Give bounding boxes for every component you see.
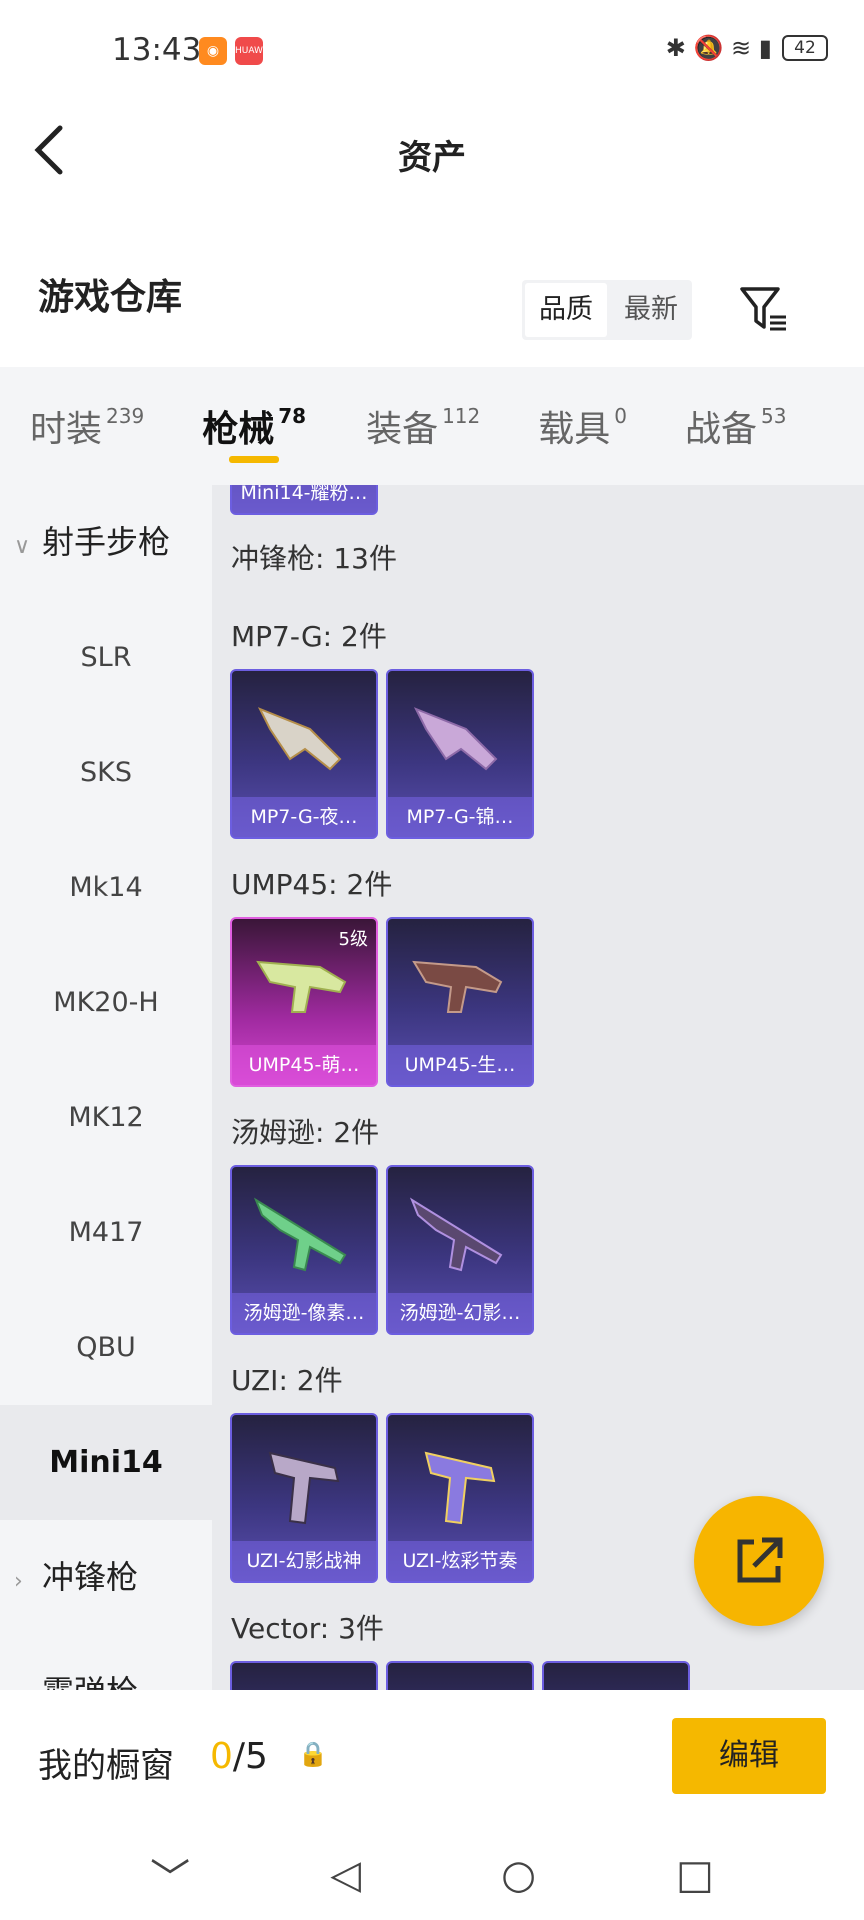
card-label: UMP45-生… (388, 1045, 532, 1085)
tab-fashion[interactable]: 时装 239 (30, 367, 144, 485)
sort-quality-button[interactable]: 品质 (525, 283, 607, 337)
card-label: 汤姆逊-像素… (232, 1293, 376, 1333)
sidebar-item-mini14[interactable]: Mini14 (0, 1405, 212, 1520)
tab-label: 装备 (366, 409, 439, 450)
weapon-card[interactable]: MP7-G-夜… (230, 669, 378, 839)
chevron-right-icon: › (14, 1569, 23, 1594)
status-indicator-icons: ✱ 🔕 ≋ ▮ (665, 34, 772, 62)
sidebar-group-label: 射手步枪 (42, 523, 171, 561)
sidebar-group-marksman[interactable]: ∨ 射手步枪 (0, 485, 212, 600)
group-title: 汤姆逊: 2件 (231, 1116, 380, 1149)
sidebar-item-mk12[interactable]: MK12 (0, 1060, 212, 1175)
showcase-count-total: /5 (232, 1736, 268, 1777)
showcase-bar: 我的橱窗 0/5 🔒 编辑 (0, 1690, 864, 1830)
filter-icon[interactable] (738, 283, 790, 335)
chevron-down-icon: ∨ (14, 534, 31, 559)
tab-count: 239 (106, 404, 145, 428)
tab-label: 枪械 (202, 409, 275, 450)
gun-image-icon (413, 707, 498, 771)
weapon-card[interactable]: UZI-幻影战神 (230, 1413, 378, 1583)
share-icon (737, 1537, 783, 1583)
nav-collapse-icon[interactable]: ﹀ (150, 1846, 190, 1904)
weapon-card[interactable]: 汤姆逊-像素… (230, 1165, 378, 1335)
tab-label: 载具 (538, 409, 611, 450)
battery-icon: 42 (782, 35, 828, 61)
card-label: 汤姆逊-幻影… (388, 1293, 532, 1333)
nav-recents-icon[interactable]: □ (676, 1852, 714, 1898)
sidebar-item-slr[interactable]: SLR (0, 600, 212, 715)
edit-button[interactable]: 编辑 (672, 1718, 826, 1794)
tab-count: 53 (761, 404, 787, 428)
sidebar-item-mk14[interactable]: Mk14 (0, 830, 212, 945)
tab-count: 112 (442, 404, 481, 428)
gun-image-icon (257, 707, 342, 771)
nav-back-icon[interactable]: ◁ (330, 1852, 361, 1898)
tab-firearms[interactable]: 枪械 78 (202, 367, 306, 485)
huawei-app-icon: HUAWEI (235, 37, 271, 65)
sidebar-item-m417[interactable]: M417 (0, 1175, 212, 1290)
group-title: MP7-G: 2件 (231, 620, 387, 653)
showcase-label: 我的橱窗 (38, 1746, 174, 1786)
app-notification-icon: ◉ (199, 37, 227, 65)
card-label: MP7-G-夜… (232, 797, 376, 837)
gun-image-icon (256, 960, 347, 1013)
weapon-card[interactable]: Mini14-耀粉… (230, 485, 378, 515)
sidebar-group-shotgun[interactable]: ›霰弹枪 (0, 1635, 212, 1690)
card-label: UZI-幻影战神 (232, 1541, 376, 1581)
card-label: MP7-G-锦… (388, 797, 532, 837)
system-nav-bar: ﹀ ◁ ○ □ (0, 1830, 864, 1920)
gun-image-icon (409, 1197, 503, 1272)
tab-vehicles[interactable]: 载具 0 (538, 367, 627, 485)
tab-label: 战备 (685, 409, 758, 450)
sort-latest-button[interactable]: 最新 (610, 280, 692, 340)
weapon-card[interactable]: 汤姆逊-幻影… (386, 1165, 534, 1335)
tab-underline (229, 456, 280, 463)
tab-gear[interactable]: 战备 53 (685, 367, 786, 485)
gun-image-icon (424, 1451, 496, 1525)
weapon-card[interactable]: 5级 UMP45-萌… (230, 917, 378, 1087)
sidebar-group-smg[interactable]: › 冲锋枪 (0, 1520, 212, 1635)
sidebar-item-mk20h[interactable]: MK20-H (0, 945, 212, 1060)
card-label: UMP45-萌… (232, 1045, 376, 1085)
sidebar-item-sks[interactable]: SKS (0, 715, 212, 830)
group-title: UMP45: 2件 (231, 868, 393, 901)
lock-icon: 🔒 (298, 1740, 328, 1768)
weapon-card[interactable] (386, 1661, 534, 1690)
status-bar: 13:43 ◉ HUAWEI ✱ 🔕 ≋ ▮ 42 (0, 0, 864, 100)
tab-label: 时装 (30, 409, 103, 450)
sort-toggle: 品质 最新 (522, 280, 692, 340)
weapon-card[interactable]: UZI-炫彩节奏 (386, 1413, 534, 1583)
top-bar: 资产 (0, 100, 864, 210)
share-button[interactable] (694, 1496, 824, 1626)
page-title: 资产 (398, 138, 466, 178)
weapon-card[interactable] (230, 1661, 378, 1690)
gun-image-icon (412, 960, 503, 1013)
weapon-sidebar: ∨ 射手步枪 SLR SKS Mk14 MK20-H MK12 M417 QBU … (0, 485, 212, 1690)
tab-count: 0 (614, 404, 628, 428)
section-title: 冲锋枪: 13件 (231, 542, 397, 575)
nav-home-icon[interactable]: ○ (501, 1852, 536, 1898)
status-time: 13:43 (112, 32, 202, 68)
category-tabs: 时装 239 枪械 78 装备 112 载具 0 战备 53 (0, 367, 864, 485)
showcase-count: 0/5 (210, 1736, 268, 1777)
gun-image-icon (253, 1197, 347, 1272)
card-label: Mini14-耀粉… (232, 485, 376, 513)
weapon-card[interactable]: UMP45-生… (386, 917, 534, 1087)
group-title: UZI: 2件 (231, 1364, 343, 1397)
status-icons: ✱ 🔕 ≋ ▮ 42 (666, 34, 828, 62)
tab-count: 78 (278, 404, 307, 428)
sidebar-item-qbu[interactable]: QBU (0, 1290, 212, 1405)
showcase-count-current: 0 (210, 1736, 233, 1777)
tab-equipment[interactable]: 装备 112 (366, 367, 480, 485)
sidebar-group-label: 霰弹枪 (42, 1673, 138, 1690)
weapon-card[interactable] (542, 1661, 690, 1690)
card-label: UZI-炫彩节奏 (388, 1541, 532, 1581)
sidebar-group-label: 冲锋枪 (42, 1558, 139, 1596)
gun-image-icon (268, 1451, 340, 1525)
weapon-card[interactable]: MP7-G-锦… (386, 669, 534, 839)
group-title: Vector: 3件 (231, 1612, 384, 1645)
warehouse-title: 游戏仓库 (38, 277, 183, 318)
chevron-right-icon: › (14, 1639, 42, 1690)
